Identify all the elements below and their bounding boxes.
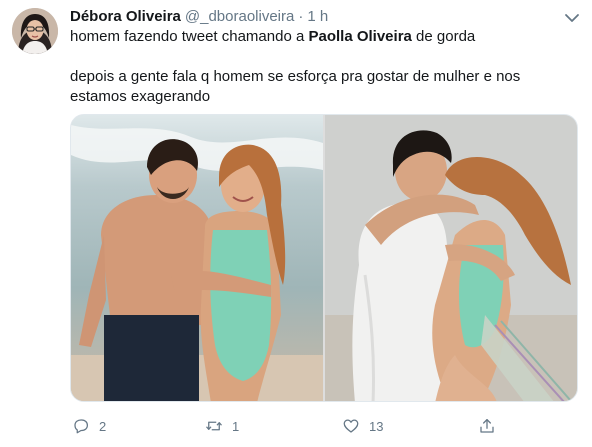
separator-dot: · [298,8,304,25]
tweet-header: Débora Oliveira @_dboraoliveira · 1 h [70,8,328,28]
reply-icon [74,419,89,434]
share-icon [480,418,494,433]
like-button[interactable]: 13 [342,414,383,438]
media-photo-2[interactable] [325,115,577,401]
share-button[interactable] [478,414,496,438]
author-handle[interactable]: @_dboraoliveira [185,8,294,25]
mentioned-name: Paolla Oliveira [308,28,412,45]
tweet-time[interactable]: 1 h [307,8,328,25]
tweet-media[interactable] [70,114,578,402]
reply-button[interactable]: 2 [72,414,106,438]
retweet-button[interactable]: 1 [205,414,239,438]
text-segment: de gorda [411,28,476,45]
author-name[interactable]: Débora Oliveira [70,8,181,25]
chevron-down-icon[interactable] [562,8,582,28]
tweet-actions: 2 1 13 [70,414,530,438]
tweet-text-line-2: depois a gente fala q homem se esforça p… [70,68,521,105]
like-count: 13 [369,418,384,434]
tweet-text-line-1: homem fazendo tweet chamando a Paolla Ol… [70,27,570,47]
reply-count: 2 [99,418,107,434]
heart-icon [343,419,359,433]
retweet-count: 1 [232,418,240,434]
media-photo-1[interactable] [71,115,323,401]
retweet-icon [206,421,222,431]
tweet[interactable]: Débora Oliveira @_dboraoliveira · 1 h homem… [0,0,592,447]
avatar[interactable] [12,8,58,54]
text-segment: homem fazendo tweet chamando a [70,28,309,45]
